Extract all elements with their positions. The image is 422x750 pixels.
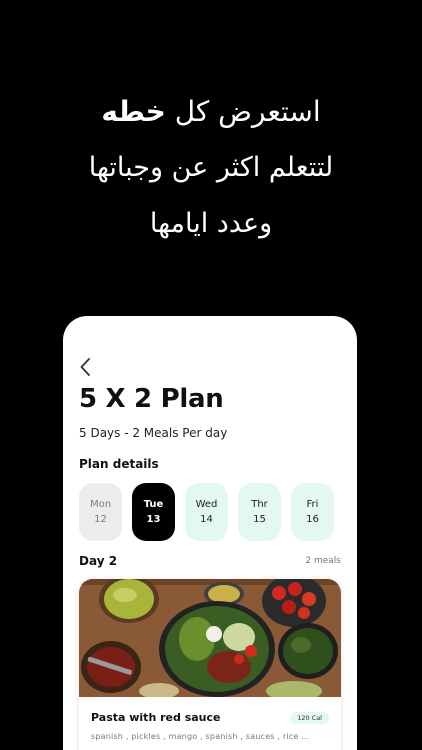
meal-card[interactable]: Pasta with red sauce 120 Cal spanish , p…: [79, 579, 341, 750]
meal-name: Pasta with red sauce: [91, 711, 221, 724]
day-chip-mon[interactable]: Mon 12: [79, 483, 122, 541]
day-chip-date: 15: [253, 514, 266, 525]
day-chip-date: 12: [94, 514, 107, 525]
day-chip-name: Fri: [306, 499, 319, 510]
day-chip-thr[interactable]: Thr 15: [238, 483, 281, 541]
day-chip-tue[interactable]: Tue 13: [132, 483, 175, 541]
plan-details-heading: Plan details: [79, 457, 159, 471]
day-chip-name: Wed: [195, 499, 218, 510]
plan-subtitle: 5 Days - 2 Meals Per day: [79, 426, 228, 440]
headline-line-1: استعرض كل خطه: [0, 84, 422, 140]
day-chip-fri[interactable]: Fri 16: [291, 483, 334, 541]
day-title: Day 2: [79, 554, 118, 568]
day-selector: Mon 12 Tue 13 Wed 14 Thr 15 Fri 16: [79, 483, 334, 541]
chevron-left-icon: [80, 358, 90, 376]
headline-line-1-text: استعرض كل: [174, 95, 321, 128]
day-chip-wed[interactable]: Wed 14: [185, 483, 228, 541]
phone-screen: 5 X 2 Plan 5 Days - 2 Meals Per day Plan…: [63, 316, 357, 750]
meal-card-header: Pasta with red sauce 120 Cal: [91, 711, 329, 724]
headline-line-2: لتتعلم اكثر عن وجباتها: [88, 152, 334, 183]
day-chip-name: Thr: [251, 499, 268, 510]
day-chip-date: 13: [146, 514, 161, 525]
day-header: Day 2 2 meals: [79, 554, 341, 568]
promo-headline: استعرض كل خطه لتتعلم اكثر عن وجباتها وعد…: [0, 84, 422, 252]
day-chip-date: 14: [200, 514, 213, 525]
plan-title: 5 X 2 Plan: [79, 384, 224, 414]
day-chip-name: Mon: [89, 499, 112, 510]
meal-photo: [79, 579, 341, 697]
meals-count: 2 meals: [305, 556, 341, 566]
meal-card-body: Pasta with red sauce 120 Cal spanish , p…: [79, 697, 341, 741]
headline-line-1-bold: خطه: [101, 95, 166, 128]
calories-badge: 120 Cal: [290, 711, 329, 724]
day-chip-name: Tue: [143, 499, 164, 510]
back-button[interactable]: [77, 356, 93, 378]
meal-ingredients: spanish , pickles , mango , spanish , sa…: [91, 732, 310, 741]
day-chip-date: 16: [306, 514, 319, 525]
headline-line-3: وعدد ايامها: [149, 208, 273, 239]
